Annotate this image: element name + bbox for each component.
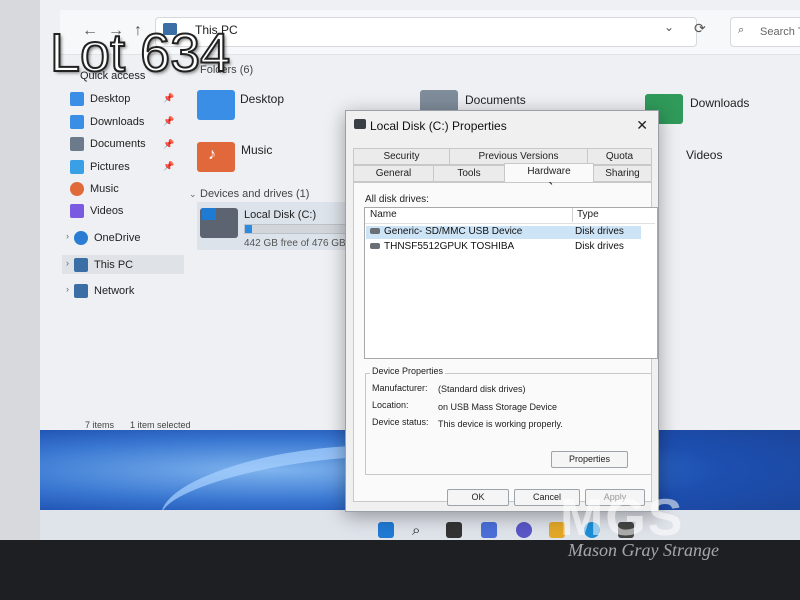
- sidebar-label: Desktop: [90, 93, 131, 105]
- column-divider: [572, 208, 573, 222]
- table-row-name[interactable]: Generic- SD/MMC USB Device: [384, 226, 522, 237]
- search-icon: ⌕: [738, 24, 745, 36]
- documents-icon: [70, 137, 84, 151]
- sidebar-item-network[interactable]: Network: [74, 281, 134, 301]
- drive-usage-bar: [244, 224, 346, 234]
- task-view-icon[interactable]: [446, 522, 462, 538]
- properties-button[interactable]: Properties: [551, 451, 628, 468]
- sidebar-label: Music: [90, 183, 119, 195]
- drive-usage-fill: [245, 225, 252, 233]
- chat-icon[interactable]: [516, 522, 532, 538]
- drive-name: Local Disk (C:): [244, 209, 317, 221]
- column-header-type[interactable]: Type: [577, 209, 599, 220]
- tab-general[interactable]: General: [353, 165, 434, 182]
- table-row-name[interactable]: THNSF5512GPUK TOSHIBA: [384, 241, 514, 252]
- status-items: 7 items: [85, 420, 115, 430]
- tab-quota[interactable]: Quota: [587, 148, 652, 165]
- sidebar-item-documents[interactable]: Documents: [70, 134, 146, 154]
- prop-value: This device is working properly.: [438, 419, 563, 429]
- videos-icon: [70, 204, 84, 218]
- pin-icon[interactable]: 📌: [163, 161, 174, 172]
- sidebar-item-music[interactable]: Music: [70, 179, 119, 199]
- lot-number-overlay: Lot 634: [49, 22, 231, 84]
- folder-label-desktop[interactable]: Desktop: [240, 92, 284, 106]
- device-properties-header: Device Properties: [370, 366, 446, 376]
- sidebar-item-desktop[interactable]: Desktop: [70, 89, 130, 109]
- status-selected: 1 item selected: [130, 420, 191, 430]
- windows-logo-icon: [202, 208, 216, 220]
- table-row-type[interactable]: Disk drives: [575, 226, 624, 237]
- folder-label-videos[interactable]: Videos: [686, 148, 722, 162]
- desktop-folder-icon: [197, 90, 235, 120]
- chevron-down-icon[interactable]: ⌄: [664, 20, 674, 34]
- sidebar-label: Downloads: [90, 116, 145, 128]
- sidebar-label: Network: [94, 285, 135, 297]
- chevron-down-icon[interactable]: ⌄: [189, 189, 197, 200]
- prop-label: Device status:: [372, 417, 429, 427]
- ok-button[interactable]: OK: [447, 489, 509, 506]
- computer-icon: [74, 258, 88, 272]
- sidebar-label: This PC: [94, 259, 134, 271]
- drive-free-space: 442 GB free of 476 GB: [244, 238, 346, 249]
- sidebar-item-this-pc[interactable]: This PC: [74, 255, 133, 275]
- prop-value: (Standard disk drives): [438, 384, 526, 394]
- disk-icon: [370, 228, 380, 234]
- disk-drives-list[interactable]: Name Type Generic- SD/MMC USB Device Dis…: [364, 207, 658, 359]
- close-icon[interactable]: ✕: [636, 117, 648, 134]
- pin-icon[interactable]: 📌: [163, 116, 174, 127]
- dialog-title: Local Disk (C:) Properties: [370, 119, 507, 133]
- tab-sharing[interactable]: Sharing: [593, 165, 652, 182]
- folder-label-downloads[interactable]: Downloads: [690, 96, 749, 110]
- sidebar-label: Documents: [90, 138, 146, 150]
- network-icon: [74, 284, 88, 298]
- widgets-icon[interactable]: [481, 522, 497, 538]
- sidebar-item-videos[interactable]: Videos: [70, 201, 123, 221]
- folder-label-documents[interactable]: Documents: [465, 93, 526, 107]
- watermark-logo: MGS: [560, 489, 685, 547]
- pin-icon[interactable]: 📌: [163, 93, 174, 104]
- start-icon[interactable]: [378, 522, 394, 538]
- sidebar-label: Videos: [90, 205, 124, 217]
- disk-icon: [370, 243, 380, 249]
- download-icon: [70, 115, 84, 129]
- search-placeholder: Search T: [760, 26, 800, 38]
- prop-value: on USB Mass Storage Device: [438, 402, 558, 412]
- drives-header[interactable]: Devices and drives (1): [200, 188, 309, 200]
- pictures-icon: [70, 160, 84, 174]
- monitor-bezel-left: [0, 0, 40, 545]
- prop-label: Manufacturer:: [372, 383, 428, 393]
- chevron-right-icon[interactable]: ›: [66, 231, 69, 241]
- properties-dialog: Local Disk (C:) Properties ✕ Security Pr…: [345, 110, 659, 512]
- header-divider: [365, 223, 655, 224]
- prop-label: Location:: [372, 400, 409, 410]
- music-note-icon: ♪: [208, 146, 216, 163]
- watermark-text: Mason Gray Strange: [568, 540, 719, 560]
- folder-label-music[interactable]: Music: [241, 143, 272, 157]
- pin-icon[interactable]: 📌: [163, 139, 174, 150]
- search-icon[interactable]: ⌕: [412, 522, 428, 539]
- chevron-right-icon[interactable]: ›: [66, 284, 69, 294]
- sidebar-item-downloads[interactable]: Downloads: [70, 112, 144, 132]
- tab-tools[interactable]: Tools: [433, 165, 505, 182]
- music-icon: [70, 182, 84, 196]
- column-header-name[interactable]: Name: [370, 209, 397, 220]
- sidebar-label: Pictures: [90, 161, 130, 173]
- sidebar-item-pictures[interactable]: Pictures: [70, 157, 130, 177]
- sidebar-item-onedrive[interactable]: OneDrive: [74, 228, 140, 248]
- list-label: All disk drives:: [365, 194, 429, 205]
- chevron-right-icon[interactable]: ›: [66, 258, 69, 268]
- music-folder-icon: [197, 142, 235, 172]
- cloud-icon: [74, 231, 88, 245]
- drive-icon: [354, 119, 366, 129]
- desktop-icon: [70, 92, 84, 106]
- tab-hardware[interactable]: Hardware: [504, 163, 594, 182]
- refresh-icon[interactable]: ⟳: [694, 20, 706, 37]
- table-row-type[interactable]: Disk drives: [575, 241, 624, 252]
- tab-security[interactable]: Security: [353, 148, 450, 165]
- sidebar-label: OneDrive: [94, 232, 141, 244]
